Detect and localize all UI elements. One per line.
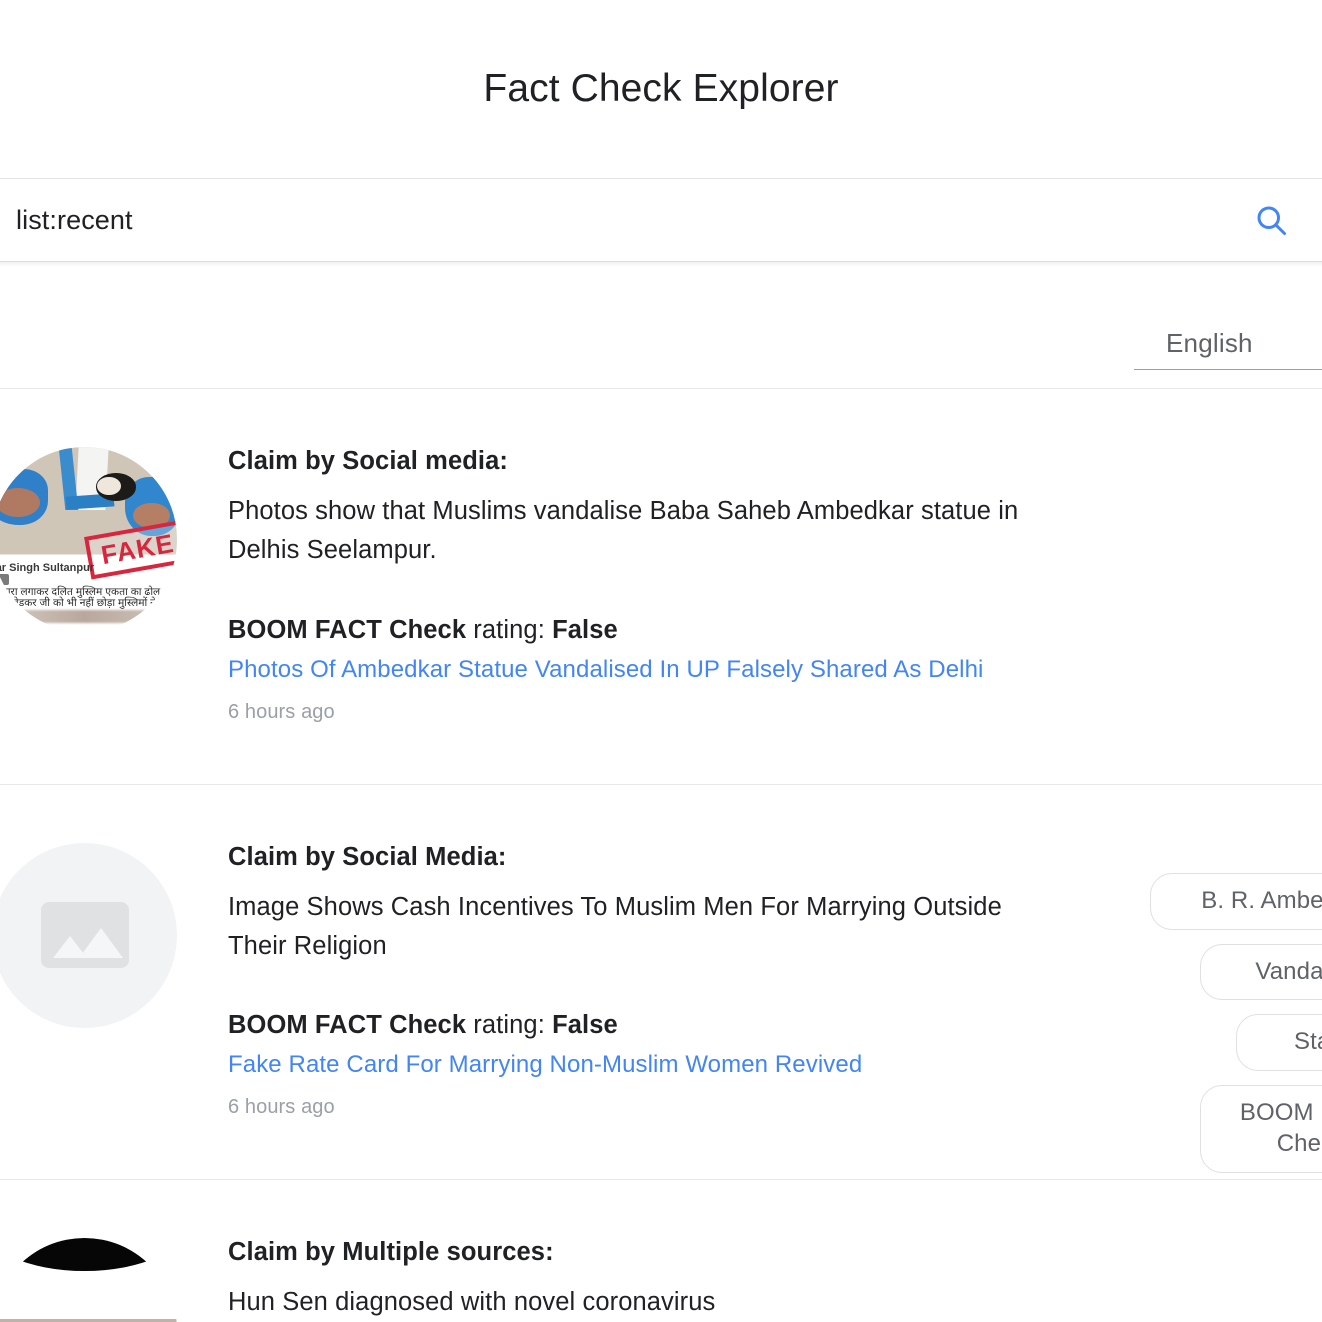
claim-author: Claim by Social Media: [228, 842, 507, 871]
review-link[interactable]: Photos Of Ambedkar Statue Vandalised In … [228, 656, 983, 684]
claim-text: Image Shows Cash Incentives To Muslim Me… [228, 892, 1002, 960]
publisher-name: BOOM FACT Check [228, 615, 467, 644]
result-item[interactable]: Claim by Social Media: Image Shows Cash … [0, 785, 1322, 1181]
fact-check-explorer-page: Fact Check Explorer English [0, 0, 1322, 1322]
fake-stamp-label: FAKE [83, 519, 177, 580]
review-link[interactable]: Fake Rate Card For Marrying Non-Muslim W… [228, 1051, 862, 1079]
result-body: Claim by Social Media: Image Shows Cash … [228, 843, 1322, 1120]
rating-line: BOOM FACT Check rating: False [228, 616, 1172, 645]
claim-text: Hun Sen diagnosed with novel coronavirus [228, 1288, 716, 1317]
claim-thumbnail-placeholder[interactable] [0, 842, 177, 1028]
result-timestamp: 6 hours ago [228, 1096, 335, 1119]
claim-thumbnail-image[interactable]: dian PM [0, 1238, 177, 1322]
claim-text: Photos show that Muslims vandalise Baba … [228, 497, 1019, 565]
claim-thumbnail-image[interactable]: FAKE ar Singh Sultanpur का नारा लगाकर दल… [0, 447, 177, 632]
result-item[interactable]: dian PM Claim by Multiple sources: Hun S… [0, 1180, 1322, 1322]
search-icon [1253, 202, 1289, 238]
result-item[interactable]: FAKE ar Singh Sultanpur का नारा लगाकर दल… [0, 389, 1322, 1173]
result-body: Claim by Social media: Photos show that … [228, 447, 1322, 724]
result-timestamp: 6 hours ago [228, 700, 335, 723]
claim-author: Claim by Social media: [228, 447, 508, 475]
rating-value: False [552, 1011, 618, 1040]
thumbnail-caption-line-1: ar Singh Sultanpur [0, 561, 95, 574]
search-bar [0, 178, 1322, 262]
thumbnail-avatar-icon [0, 573, 9, 585]
image-placeholder-icon [40, 902, 129, 969]
language-select[interactable]: English [1134, 328, 1322, 370]
rating-label: rating: [466, 1011, 553, 1040]
thumbnail-container: dian PM [0, 1238, 228, 1322]
app-header: Fact Check Explorer [0, 0, 1322, 178]
thumbnail-container [0, 842, 228, 1120]
publisher-name: BOOM FACT Check [228, 1011, 467, 1040]
filter-row: English [0, 267, 1322, 389]
rating-value: False [552, 615, 618, 644]
thumbnail-container: FAKE ar Singh Sultanpur का नारा लगाकर दल… [0, 447, 228, 724]
search-button[interactable] [1244, 193, 1298, 247]
rating-label: rating: [466, 615, 553, 644]
results-list: FAKE ar Singh Sultanpur का नारा लगाकर दल… [0, 389, 1322, 1322]
language-select-value: English [1166, 328, 1253, 358]
claim-author: Claim by Multiple sources: [228, 1238, 554, 1267]
result-body: Claim by Multiple sources: Hun Sen diagn… [228, 1238, 1322, 1322]
rating-line: BOOM FACT Check rating: False [228, 1011, 1172, 1040]
thumbnail-caption-line-3: ब अंबेडकर जी को भी नहीं छोड़ा मुस्लिमों … [0, 596, 156, 609]
search-input[interactable] [16, 204, 1244, 236]
page-title: Fact Check Explorer [483, 67, 839, 110]
